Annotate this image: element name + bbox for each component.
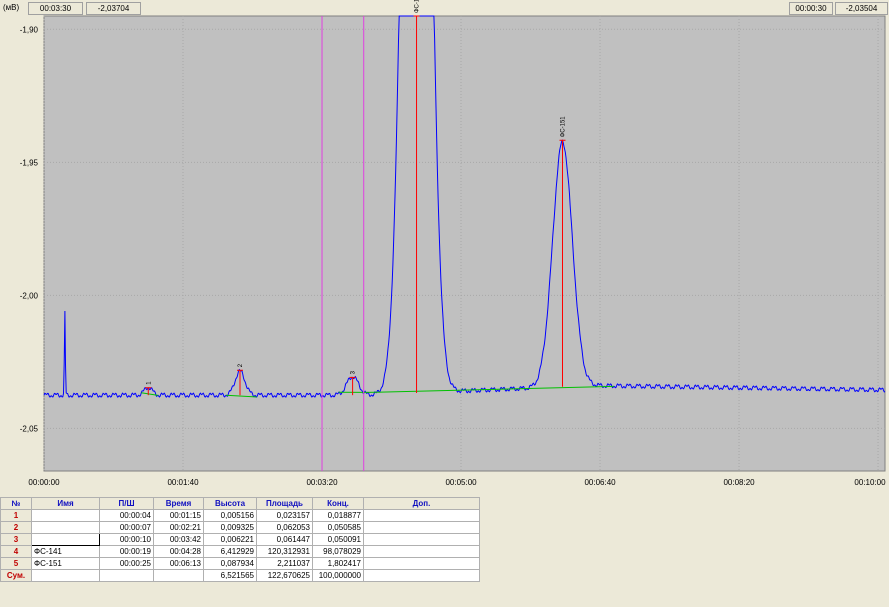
cursor-time-readout: 00:03:30 [28, 2, 83, 15]
row-conc: 0,050091 [312, 533, 364, 546]
table-header-row: № Имя П/Ш Время Высота Площадь Конц. Доп… [0, 497, 480, 510]
row-area: 2,211037 [256, 557, 313, 570]
col-header-conc[interactable]: Конц. [312, 497, 364, 510]
row-name[interactable] [31, 509, 100, 522]
peak-label: ФС-151 [561, 116, 567, 138]
y-tick-label: -2,00 [20, 291, 39, 300]
row-num: 3 [0, 533, 32, 546]
row-height: 0,005156 [203, 509, 257, 522]
col-header-area[interactable]: Площадь [256, 497, 313, 510]
row-pw: 00:00:04 [99, 509, 154, 522]
col-header-pw[interactable]: П/Ш [99, 497, 154, 510]
row-conc: 0,050585 [312, 521, 364, 534]
sum-extra [363, 569, 480, 582]
col-header-num[interactable]: № [0, 497, 32, 510]
row-time: 00:02:21 [153, 521, 204, 534]
delta-value-readout: -2,03504 [835, 2, 888, 15]
row-conc: 0,018877 [312, 509, 364, 522]
row-name[interactable]: ФС-151 [31, 557, 100, 570]
x-tick-label: 00:01:40 [167, 478, 199, 487]
col-header-height[interactable]: Высота [203, 497, 257, 510]
row-area: 0,062053 [256, 521, 313, 534]
x-tick-label: 00:06:40 [584, 478, 616, 487]
row-name[interactable] [31, 521, 100, 534]
peak-table[interactable]: № Имя П/Ш Время Высота Площадь Конц. Доп… [0, 497, 480, 582]
row-extra [363, 545, 480, 558]
x-tick-label: 00:08:20 [723, 478, 755, 487]
row-time: 00:06:13 [153, 557, 204, 570]
x-tick-label: 00:10:00 [854, 478, 886, 487]
x-tick-label: 00:00:00 [28, 478, 60, 487]
row-pw: 00:00:25 [99, 557, 154, 570]
x-tick-label: 00:05:00 [445, 478, 477, 487]
y-tick-label: -1,90 [20, 25, 39, 34]
chromatogram-chart[interactable]: -1,90 -1,95 -2,00 -2,05 00:00:00 00:01:40 00:0… [0, 0, 889, 493]
row-pw: 00:00:10 [99, 533, 154, 546]
row-time: 00:03:42 [153, 533, 204, 546]
row-pw: 00:00:07 [99, 521, 154, 534]
cursor-value-readout: -2,03704 [86, 2, 141, 15]
row-area: 0,023157 [256, 509, 313, 522]
row-num: 1 [0, 509, 32, 522]
plot-background [43, 15, 886, 472]
sum-height: 6,521565 [203, 569, 257, 582]
peak-label: ФС-141 [415, 0, 421, 13]
sum-label: Сум. [0, 569, 32, 582]
row-height: 0,006221 [203, 533, 257, 546]
sum-pw [99, 569, 154, 582]
chromatogram-panel[interactable]: -1,90 -1,95 -2,00 -2,05 00:00:00 00:01:40 00:0… [0, 0, 889, 493]
row-num: 5 [0, 557, 32, 570]
sum-conc: 100,000000 [312, 569, 364, 582]
row-name[interactable] [31, 533, 100, 546]
row-time: 00:01:15 [153, 509, 204, 522]
row-extra [363, 521, 480, 534]
row-extra [363, 533, 480, 546]
y-tick-label: -1,95 [20, 158, 39, 167]
row-extra [363, 557, 480, 570]
row-time: 00:04:28 [153, 545, 204, 558]
table-row[interactable]: 2 00:00:07 00:02:21 0,009325 0,062053 0,… [0, 521, 480, 534]
row-height: 0,087934 [203, 557, 257, 570]
table-row[interactable]: 1 00:00:04 00:01:15 0,005156 0,023157 0,… [0, 509, 480, 522]
col-header-time[interactable]: Время [153, 497, 204, 510]
y-axis-unit: (мВ) [3, 3, 20, 12]
row-pw: 00:00:19 [99, 545, 154, 558]
row-conc: 1,802417 [312, 557, 364, 570]
row-area: 0,061447 [256, 533, 313, 546]
table-row[interactable]: 4 ФС-141 00:00:19 00:04:28 6,412929 120,… [0, 545, 480, 558]
col-header-name[interactable]: Имя [31, 497, 100, 510]
row-extra [363, 509, 480, 522]
row-name[interactable]: ФС-141 [31, 545, 100, 558]
table-row[interactable]: 3 00:00:10 00:03:42 0,006221 0,061447 0,… [0, 533, 480, 546]
row-area: 120,312931 [256, 545, 313, 558]
x-tick-label: 00:03:20 [306, 478, 338, 487]
table-sum-row: Сум. 6,521565 122,670625 100,000000 [0, 569, 480, 582]
row-num: 2 [0, 521, 32, 534]
row-conc: 98,078029 [312, 545, 364, 558]
peak-table-panel: № Имя П/Ш Время Высота Площадь Конц. Доп… [0, 495, 889, 607]
row-height: 6,412929 [203, 545, 257, 558]
row-height: 0,009325 [203, 521, 257, 534]
row-num: 4 [0, 545, 32, 558]
table-row[interactable]: 5 ФС-151 00:00:25 00:06:13 0,087934 2,21… [0, 557, 480, 570]
sum-name [31, 569, 100, 582]
col-header-extra[interactable]: Доп. [363, 497, 480, 510]
sum-time [153, 569, 204, 582]
delta-time-readout: 00:00:30 [789, 2, 833, 15]
y-tick-label: -2,05 [20, 424, 39, 433]
sum-area: 122,670625 [256, 569, 313, 582]
